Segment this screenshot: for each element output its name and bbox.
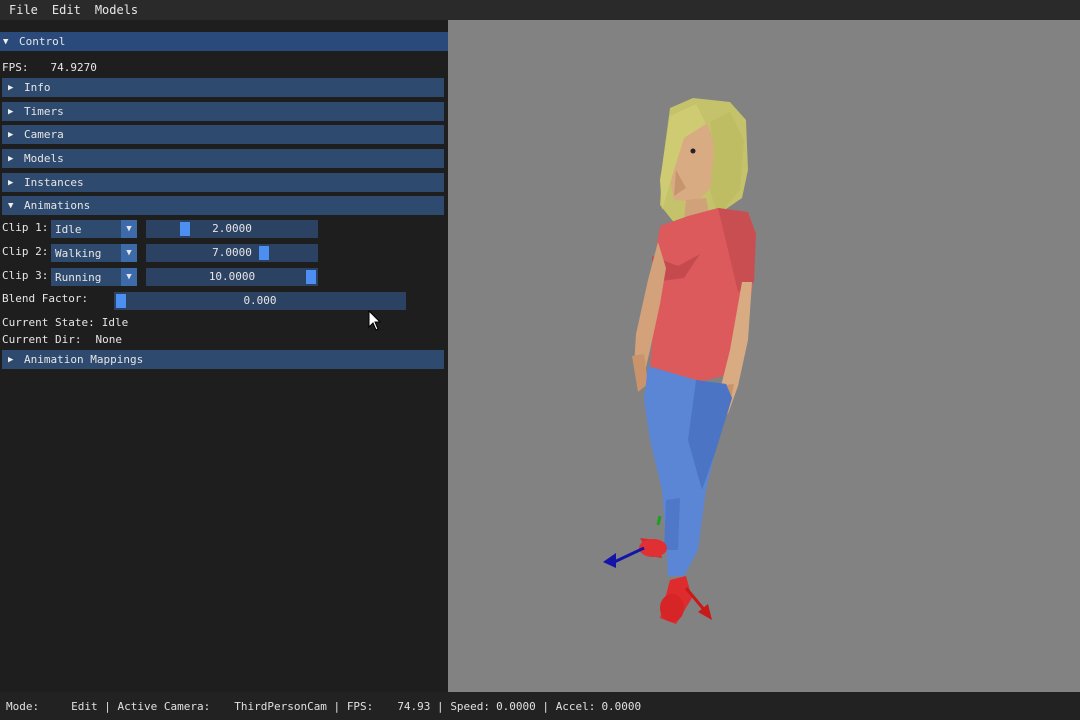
- chevron-down-icon: ▼: [121, 268, 137, 286]
- collapse-arrow-icon: ▼: [8, 200, 14, 211]
- control-window-title[interactable]: ▼ Control: [0, 32, 448, 51]
- clip1-slider[interactable]: 2.0000: [146, 220, 318, 238]
- menu-edit[interactable]: Edit: [45, 3, 88, 17]
- header-models[interactable]: ▶ Models: [2, 149, 444, 168]
- character-model: [603, 98, 756, 624]
- status-camera-label: Active Camera:: [117, 699, 211, 713]
- clip2-combo[interactable]: Walking ▼: [51, 244, 137, 262]
- status-accel-label: Accel:: [555, 699, 596, 713]
- status-fps-value: 74.93: [397, 699, 431, 713]
- current-dir-value: None: [95, 332, 122, 346]
- clip2-label: Clip 2:: [2, 245, 49, 258]
- mouse-cursor-icon: [368, 310, 382, 331]
- expand-arrow-icon: ▶: [8, 106, 14, 117]
- clip2-slider[interactable]: 7.0000: [146, 244, 318, 262]
- status-speed-label: Speed:: [450, 699, 491, 713]
- clip2-combo-value: Walking: [55, 246, 102, 260]
- status-mode-value: Edit: [71, 699, 98, 713]
- status-speed-value: 0.0000: [496, 699, 536, 713]
- menu-file[interactable]: File: [0, 3, 45, 17]
- header-animations-label: Animations: [24, 199, 91, 212]
- chevron-down-icon: ▼: [121, 244, 137, 262]
- expand-arrow-icon: ▶: [8, 354, 14, 365]
- status-accel-value: 0.0000: [601, 699, 642, 713]
- status-fps-label: FPS:: [346, 699, 374, 713]
- menu-models[interactable]: Models: [88, 3, 145, 17]
- fps-row: FPS: 74.9270: [0, 58, 97, 76]
- header-animation-mappings-label: Animation Mappings: [24, 353, 144, 366]
- fps-label: FPS:: [2, 60, 29, 74]
- expand-arrow-icon: ▶: [8, 82, 14, 93]
- blend-factor-slider-value: 0.000: [243, 294, 277, 307]
- clip3-combo[interactable]: Running ▼: [51, 268, 137, 286]
- clip1-combo[interactable]: Idle ▼: [51, 220, 137, 238]
- 3d-viewport[interactable]: [448, 20, 1080, 692]
- header-camera[interactable]: ▶ Camera: [2, 125, 444, 144]
- blend-factor-label: Blend Factor:: [2, 292, 89, 305]
- header-animation-mappings[interactable]: ▶ Animation Mappings: [2, 350, 444, 369]
- header-timers-label: Timers: [24, 105, 64, 118]
- header-info-label: Info: [24, 81, 51, 94]
- status-separator: |: [97, 699, 118, 713]
- current-dir-row: Current Dir: None: [0, 330, 122, 348]
- menu-bar: File Edit Models: [0, 0, 1080, 20]
- status-camera-value: ThirdPersonCam: [234, 699, 327, 713]
- clip1-slider-value: 2.0000: [212, 222, 252, 235]
- expand-arrow-icon: ▶: [8, 153, 14, 164]
- header-instances-label: Instances: [24, 176, 84, 189]
- status-separator: |: [535, 699, 556, 713]
- collapse-arrow-icon: ▼: [3, 36, 9, 47]
- clip3-slider[interactable]: 10.0000: [146, 268, 318, 286]
- header-camera-label: Camera: [24, 128, 64, 141]
- clip1-label: Clip 1:: [2, 221, 49, 234]
- control-title-label: Control: [19, 35, 66, 48]
- header-models-label: Models: [24, 152, 64, 165]
- clip1-combo-value: Idle: [55, 222, 82, 236]
- current-state-label: Current State:: [2, 315, 95, 329]
- current-state-row: Current State: Idle: [0, 313, 128, 331]
- status-mode-label: Mode:: [6, 699, 40, 713]
- header-timers[interactable]: ▶ Timers: [2, 102, 444, 121]
- current-dir-label: Current Dir:: [2, 332, 82, 346]
- blend-factor-slider[interactable]: 0.000: [114, 292, 406, 310]
- status-bar: Mode: Edit | Active Camera: ThirdPersonC…: [0, 692, 1080, 720]
- header-instances[interactable]: ▶ Instances: [2, 173, 444, 192]
- expand-arrow-icon: ▶: [8, 129, 14, 140]
- clip3-combo-value: Running: [55, 270, 102, 284]
- header-info[interactable]: ▶ Info: [2, 78, 444, 97]
- clip2-slider-value: 7.0000: [212, 246, 252, 259]
- header-animations[interactable]: ▼ Animations: [2, 196, 444, 215]
- clip3-slider-value: 10.0000: [208, 270, 256, 283]
- status-separator: |: [326, 699, 347, 713]
- current-state-value: Idle: [101, 315, 129, 329]
- chevron-down-icon: ▼: [121, 220, 137, 238]
- clip3-label: Clip 3:: [2, 269, 49, 282]
- control-panel: ▼ Control FPS: 74.9270 ▶ Info ▶ Timers ▶…: [0, 32, 448, 692]
- status-separator: |: [430, 699, 451, 713]
- fps-value: 74.9270: [50, 60, 97, 74]
- expand-arrow-icon: ▶: [8, 177, 14, 188]
